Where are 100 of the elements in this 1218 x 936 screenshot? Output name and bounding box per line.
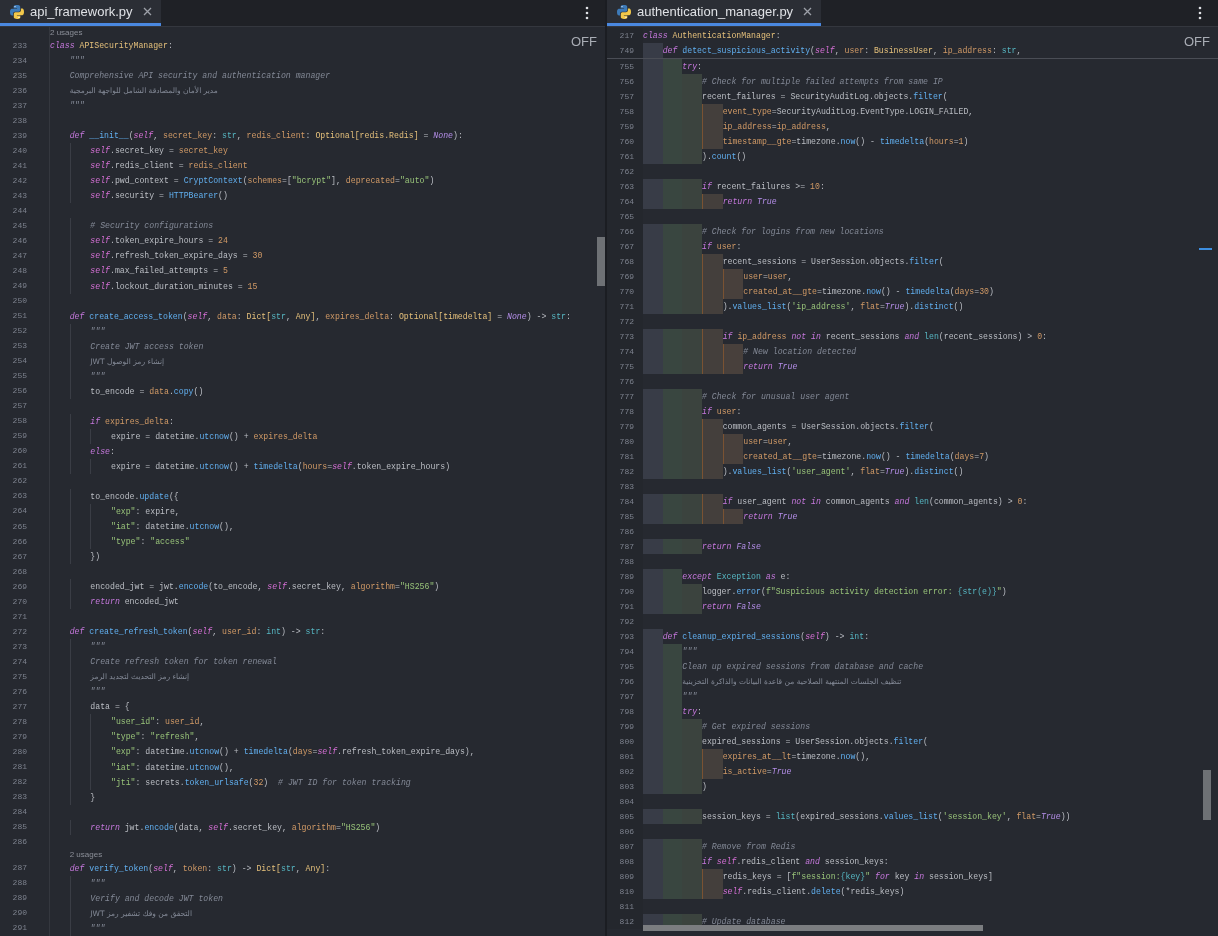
code-line: if user_agent not in common_agents and len(common_agents) > 0:: [722, 496, 1028, 507]
code-line: }: [90, 791, 96, 803]
code-line: self.lockout_duration_minutes = 15: [90, 280, 258, 292]
line-number: 244: [11, 204, 27, 217]
line-number: 772: [618, 315, 634, 328]
line-number: 755: [618, 60, 634, 73]
line-number: 805: [618, 810, 634, 823]
scrollbar-thumb[interactable]: [1203, 770, 1211, 820]
line-number: 799: [618, 720, 634, 733]
line-number: 247: [11, 249, 27, 262]
code-line: Create refresh token for token renewal: [90, 656, 278, 668]
indent-guide: [722, 509, 744, 524]
line-number: 289: [11, 892, 27, 905]
line-number: 246: [11, 234, 27, 247]
indent-guide: [643, 629, 663, 644]
line-number: 811: [618, 900, 634, 913]
line-number: 776: [618, 375, 634, 388]
code-line: Create JWT access token: [90, 340, 204, 352]
indent-guide: [643, 43, 663, 58]
indent-guide: [643, 299, 663, 314]
code-line: self.redis_client.delete(*redis_keys): [722, 886, 905, 897]
code-line: def detect_suspicious_activity(self, user: BusinessUser, ip_address: str,: [662, 45, 1022, 56]
line-number: 253: [11, 340, 27, 353]
usage-hint[interactable]: 2 usages: [50, 27, 83, 39]
line-number: 756: [618, 75, 634, 88]
line-number: 796: [618, 675, 634, 688]
code-line: def cleanup_expired_sessions(self) -> int:: [662, 631, 870, 642]
code-line: """: [682, 646, 698, 657]
code-line: """: [90, 370, 106, 382]
code-line: return True: [743, 361, 798, 372]
line-number: 245: [11, 219, 27, 232]
code-line: Clean up expired sessions from database and cache: [682, 661, 924, 672]
indent-guide: [643, 569, 663, 584]
line-number: 806: [618, 825, 634, 838]
line-number: 259: [11, 430, 27, 443]
indent-guide: [701, 254, 723, 269]
code-line: return True: [722, 196, 777, 207]
line-number: 241: [11, 159, 27, 172]
indent-guide: [643, 464, 663, 479]
code-line: ): [701, 781, 707, 792]
code-line: is_active=True: [722, 766, 792, 777]
code-line: user=user,: [743, 271, 793, 282]
code-line: expires_at__lt=timezone.now(),: [722, 751, 871, 762]
line-number: 280: [11, 746, 27, 758]
indent-guide: [643, 494, 663, 509]
code-line: "exp": expire,: [110, 506, 180, 517]
code-line: ).values_list('ip_address', flat=True).distinct(): [722, 301, 964, 312]
line-number: 758: [618, 105, 634, 118]
indent-guide: [643, 539, 663, 554]
code-line: return False: [701, 541, 761, 552]
line-number: 766: [618, 225, 634, 238]
line-number: 286: [11, 836, 27, 849]
code-line: created_at__gte=timezone.now() - timedelta(days=30): [743, 286, 994, 297]
code-line: recent_failures = SecurityAuditLog.objects.filter(: [701, 91, 948, 102]
code-line: """: [90, 877, 106, 889]
line-number: 288: [11, 877, 27, 890]
indent-guide: [643, 329, 663, 344]
line-number: 784: [618, 495, 634, 508]
indent-guide: [701, 299, 723, 314]
code-line: """: [69, 55, 85, 67]
editor-tab[interactable]: authentication_manager.py: [607, 0, 822, 26]
indent-guide: [643, 599, 663, 614]
usage-hint[interactable]: 2 usages: [69, 849, 103, 862]
code-line: Verify and decode JWT token: [90, 892, 223, 904]
line-number: 240: [11, 144, 27, 157]
indent-guide: [643, 224, 663, 239]
scrollbar-thumb[interactable]: [597, 237, 605, 286]
editor-tab[interactable]: api_framework.py: [0, 0, 161, 26]
indent-guide: [643, 359, 663, 374]
line-number: 802: [618, 765, 634, 778]
close-icon: [142, 7, 152, 16]
indent-guide: [643, 194, 663, 209]
line-number: 780: [618, 435, 634, 448]
line-number: 789: [618, 570, 634, 583]
code-line: "iat": datetime.utcnow(),: [110, 761, 234, 773]
code-line: if user:: [701, 406, 742, 417]
highlight-mode-label[interactable]: OFF: [571, 32, 597, 52]
more-options-icon[interactable]: [585, 6, 589, 20]
line-number: 761: [618, 150, 634, 163]
scrollbar-thumb[interactable]: [643, 925, 983, 931]
code-line: return False: [701, 601, 761, 612]
line-number: 251: [11, 310, 27, 323]
line-number: 763: [618, 180, 634, 193]
highlight-mode-label[interactable]: OFF: [1184, 32, 1210, 52]
code-line: session_keys = list(expired_sessions.values_list('session_key', flat=True)): [701, 811, 1071, 822]
more-options-icon[interactable]: [1198, 6, 1202, 20]
code-line: self.max_failed_attempts = 5: [90, 265, 228, 277]
code-line: # New location detected: [743, 346, 857, 357]
line-number: 804: [618, 795, 634, 808]
line-number: 809: [618, 870, 634, 883]
code-line: self.secret_key = secret_key: [90, 145, 228, 157]
line-number: 795: [618, 660, 634, 673]
line-number: 800: [618, 735, 634, 748]
line-number: 249: [11, 280, 27, 292]
code-line: def verify_token(self, token: str) -> Dict[str, Any]:: [69, 862, 331, 874]
line-number: 783: [618, 480, 634, 493]
code-line: if self.redis_client and session_keys:: [701, 856, 889, 867]
code-line: # Check for multiple failed attempts from same IP: [701, 76, 943, 87]
code-line: except Exception as e:: [682, 571, 791, 582]
code-line: try:: [682, 61, 702, 72]
